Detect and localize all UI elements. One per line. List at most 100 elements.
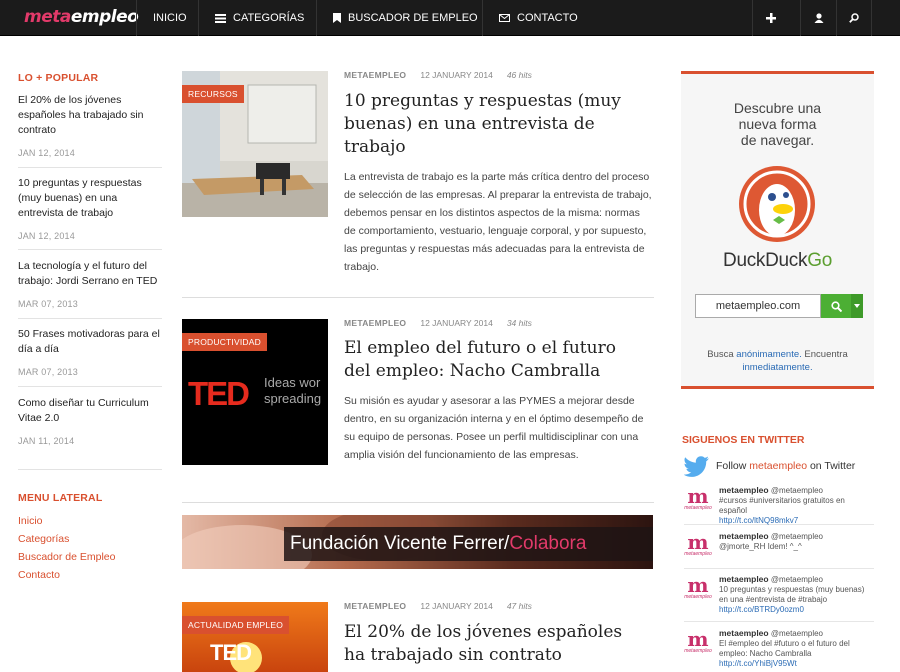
popular-item[interactable]: 10 preguntas y respuestas (muy buenas) e… xyxy=(18,176,162,250)
ted-logo: TED xyxy=(210,640,252,665)
nav-categorias-label: CATEGORÍAS xyxy=(233,12,305,24)
article-author[interactable]: METAEMPLEO xyxy=(344,601,406,611)
tweet-item: m metaempleo metaempleo @metaempleo #curs… xyxy=(684,485,874,525)
banner-colabora-link[interactable]: Colabora xyxy=(509,533,586,555)
search-icon xyxy=(849,13,859,23)
popular-item-date: JAN 11, 2014 xyxy=(18,436,75,446)
category-badge[interactable]: PRODUCTIVIDAD xyxy=(182,333,267,351)
twitter-avatar[interactable]: m metaempleo xyxy=(684,530,712,561)
article-meta: METAEMPLEO 12 JANUARY 2014 34 hits xyxy=(344,318,532,328)
popular-item-title[interactable]: 10 preguntas y respuestas (muy buenas) e… xyxy=(18,176,162,221)
ddg-tagline-line: de navegar. xyxy=(740,132,815,148)
tweet-item: m metaempleo metaempleo @metaempleo El #e… xyxy=(684,628,874,672)
nav-buscador-label: BUSCADOR DE EMPLEO xyxy=(348,12,478,24)
ddg-search-button[interactable] xyxy=(821,294,851,318)
article-title[interactable]: El empleo del futuro o el futuro del emp… xyxy=(344,337,644,383)
popular-item-title[interactable]: Como diseñar tu Curriculum Vitae 2.0 xyxy=(18,396,162,426)
article-meta: METAEMPLEO 12 JANUARY 2014 46 hits xyxy=(344,70,532,80)
twitter-section-title: SIGUENOS EN TWITTER xyxy=(682,434,805,446)
tweet-item: m metaempleo metaempleo @metaempleo @jmor… xyxy=(684,531,874,569)
article-thumbnail[interactable]: RECURSOS xyxy=(182,71,328,217)
user-icon xyxy=(814,13,823,23)
ddg-dropdown-toggle[interactable] xyxy=(851,294,863,318)
article-title[interactable]: 10 preguntas y respuestas (muy buenas) e… xyxy=(344,90,644,159)
menu-link-categorias[interactable]: Categorías xyxy=(18,533,69,545)
user-button[interactable] xyxy=(800,0,836,36)
popular-item[interactable]: Como diseñar tu Curriculum Vitae 2.0 JAN… xyxy=(18,396,162,470)
menu-icon xyxy=(215,13,226,23)
tweet-user[interactable]: metaempleo xyxy=(719,628,769,638)
article-date: 12 JANUARY 2014 xyxy=(420,601,493,611)
menu-link-inicio[interactable]: Inicio xyxy=(18,515,43,527)
popular-item[interactable]: El 20% de los jóvenes españoles ha traba… xyxy=(18,93,162,168)
category-badge[interactable]: RECURSOS xyxy=(182,85,244,103)
avatar-word: metaempleo xyxy=(684,648,712,654)
twitter-bird-icon xyxy=(684,456,709,477)
nav-inicio[interactable]: INICIO xyxy=(136,0,203,36)
article-author[interactable]: METAEMPLEO xyxy=(344,318,406,328)
logo-part-empleo: empleo xyxy=(70,7,139,27)
article-hits: 46 hits xyxy=(506,70,532,80)
ddg-anon-link[interactable]: anónimamente. xyxy=(736,349,801,360)
tweet-text: metaempleo @metaempleo @jmorte_RH Idem! … xyxy=(719,531,874,552)
avatar-word: metaempleo xyxy=(684,505,712,511)
avatar-letter: m xyxy=(687,627,709,651)
twitter-avatar[interactable]: m metaempleo xyxy=(684,575,712,604)
ddg-sub-text: Encuentra xyxy=(801,349,848,360)
follow-text: Follow xyxy=(716,460,750,472)
menu-section-title: MENU LATERAL xyxy=(18,492,103,504)
tweet-handle: @metaempleo xyxy=(770,486,823,495)
twitter-avatar[interactable]: m metaempleo xyxy=(684,484,712,515)
nav-contacto[interactable]: CONTACTO xyxy=(482,0,594,36)
nav-categorias[interactable]: CATEGORÍAS xyxy=(198,0,320,36)
bookmark-icon xyxy=(333,13,341,23)
tweet-link[interactable]: http://t.co/ltNQ98mkv7 xyxy=(719,516,798,525)
avatar-letter: m xyxy=(687,530,709,554)
tweet-item: m metaempleo metaempleo @metaempleo 10 pr… xyxy=(684,574,874,622)
article-thumbnail[interactable]: TED Ideas wor spreading PRODUCTIVIDAD xyxy=(182,319,328,465)
article-excerpt: Su misión es ayudar y asesorar a las PYM… xyxy=(344,395,644,461)
logo-part-meta: meta xyxy=(24,7,71,27)
category-badge[interactable]: ACTUALIDAD EMPLEO xyxy=(182,616,290,634)
popular-item[interactable]: La tecnología y el futuro del trabajo: J… xyxy=(18,259,162,319)
ted-tagline: Ideas wor spreading xyxy=(264,375,322,406)
tweet-text: metaempleo @metaempleo 10 preguntas y re… xyxy=(719,574,874,615)
menu-link-buscador[interactable]: Buscador de Empleo xyxy=(18,551,115,563)
popular-item-date: MAR 07, 2013 xyxy=(18,299,78,309)
tweet-handle: @metaempleo xyxy=(770,532,823,541)
follow-text: on Twitter xyxy=(807,460,856,472)
nav-buscador[interactable]: BUSCADOR DE EMPLEO xyxy=(316,0,494,36)
twitter-avatar[interactable]: m metaempleo xyxy=(684,627,712,658)
tweet-body: 10 preguntas y respuestas (muy buenas) e… xyxy=(719,585,865,604)
twitter-follow[interactable]: Follow metaempleo on Twitter xyxy=(684,455,855,477)
add-button[interactable] xyxy=(752,0,788,36)
tweet-handle: @metaempleo xyxy=(770,629,823,638)
search-button[interactable] xyxy=(836,0,872,36)
menu-link-contacto[interactable]: Contacto xyxy=(18,569,60,581)
tweet-link[interactable]: http://t.co/YhiBjV95Wt xyxy=(719,659,797,668)
tweet-user[interactable]: metaempleo xyxy=(719,485,769,495)
article-author[interactable]: METAEMPLEO xyxy=(344,70,406,80)
article-divider xyxy=(182,297,654,298)
avatar-letter: m xyxy=(687,484,709,508)
tweet-body: #cursos #universitarios gratuitos en esp… xyxy=(719,496,845,515)
sunset-image xyxy=(182,602,328,672)
site-logo[interactable]: metaempleo xyxy=(24,7,139,27)
tweet-user[interactable]: metaempleo xyxy=(719,531,769,541)
tweet-link[interactable]: http://t.co/BTRDy0ozm0 xyxy=(719,605,804,614)
popular-item-title[interactable]: El 20% de los jóvenes españoles ha traba… xyxy=(18,93,162,138)
article-excerpt: La entrevista de trabajo es la parte más… xyxy=(344,171,652,273)
popular-item-title[interactable]: La tecnología y el futuro del trabajo: J… xyxy=(18,259,162,289)
popular-item-title[interactable]: 50 Frases motivadoras para el día a día xyxy=(18,327,162,357)
ddg-name-duck: DuckDuck xyxy=(723,250,808,271)
article-thumbnail[interactable]: TED ACTUALIDAD EMPLEO xyxy=(182,602,328,672)
article-title[interactable]: El 20% de los jóvenes españoles ha traba… xyxy=(344,621,644,667)
article-date: 12 JANUARY 2014 xyxy=(420,318,493,328)
ddg-instant-link[interactable]: inmediatamente. xyxy=(742,362,812,373)
tweet-user[interactable]: metaempleo xyxy=(719,574,769,584)
ddg-search-input[interactable]: metaempleo.com xyxy=(695,294,821,318)
follow-handle-link[interactable]: metaempleo xyxy=(749,460,807,472)
ddg-name-go: Go xyxy=(807,250,832,271)
fundacion-banner[interactable]: Fundación Vicente Ferrer/Colabora xyxy=(182,515,653,569)
popular-item[interactable]: 50 Frases motivadoras para el día a día … xyxy=(18,327,162,387)
